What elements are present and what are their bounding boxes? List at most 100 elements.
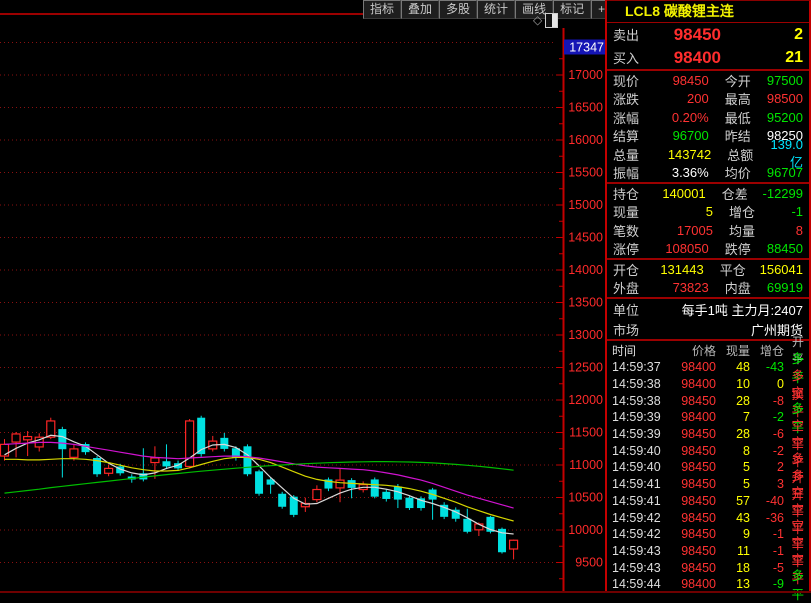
trade-time: 14:59:43: [607, 561, 670, 575]
tape-row: 14:59:40984508-2空平: [607, 442, 809, 459]
field-label: 开仓: [607, 260, 651, 279]
trade-oi-delta: -9: [750, 577, 784, 591]
field-value: 98450: [653, 73, 709, 88]
tape-col-header: 现量: [716, 342, 750, 359]
field-label: 昨结: [709, 126, 767, 145]
trade-time: 14:59:37: [607, 360, 670, 374]
quote-panel: LCL8 碳酸锂主连 卖出 98450 2 买入 98400 21 现价9845…: [607, 0, 811, 593]
field-value: 131443: [651, 262, 704, 277]
y-axis-label: 15500: [568, 166, 603, 180]
y-axis-label: 12000: [568, 393, 603, 407]
field-value: 140001: [652, 186, 706, 201]
trade-oi-delta: -5: [750, 561, 784, 575]
field-value: 0.20%: [653, 110, 709, 125]
ask-label: 卖出: [607, 25, 655, 44]
tape-row: 14:59:409845052多开: [607, 459, 809, 476]
tape-row: 14:59:419845053多开: [607, 476, 809, 493]
tape-row: 14:59:42984509-1空平: [607, 526, 809, 543]
trade-volume: 8: [716, 444, 750, 458]
trade-price: 98450: [670, 427, 716, 441]
field-value: 88450: [767, 241, 809, 256]
y-axis-label: 10000: [568, 523, 603, 537]
field-label: 今开: [709, 71, 767, 90]
y-axis-label: 14500: [568, 231, 603, 245]
ask-row[interactable]: 卖出 98450 2: [607, 23, 809, 46]
field-label: 最高: [709, 89, 767, 108]
tape-col-header: 价格: [670, 342, 716, 359]
field-label: 内盘: [709, 278, 767, 297]
field-label: 总额: [711, 145, 770, 164]
market-label: 市场: [607, 320, 663, 339]
trade-oi-delta: -1: [750, 527, 784, 541]
trade-volume: 28: [716, 394, 750, 408]
field-label: 总量: [607, 145, 654, 164]
field-label: 笔数: [607, 221, 655, 240]
tape-row: 14:59:389845028-8空平: [607, 392, 809, 409]
trade-price: 98450: [670, 511, 716, 525]
quote-field-row: 外盘73823内盘69919: [607, 279, 809, 298]
candle-up: [12, 434, 20, 442]
candle-up: [510, 540, 518, 549]
trade-price: 98400: [670, 360, 716, 374]
y-axis-label: 13500: [568, 296, 603, 310]
trade-time: 14:59:41: [607, 494, 670, 508]
y-axis-label: 15000: [568, 198, 603, 212]
tape-row: 14:59:39984007-2多平: [607, 409, 809, 426]
trade-price: 98450: [670, 477, 716, 491]
trade-price: 98400: [670, 377, 716, 391]
field-value: 143742: [654, 147, 711, 162]
trade-time: 14:59:39: [607, 427, 670, 441]
axis-max-value: 17347: [569, 41, 604, 55]
tape-col-header: 增仓: [750, 342, 784, 359]
trade-volume: 43: [716, 511, 750, 525]
field-value: 73823: [653, 280, 709, 295]
trade-price: 98450: [670, 444, 716, 458]
trade-time: 14:59:40: [607, 444, 670, 458]
candles-group: [1, 416, 518, 560]
field-label: 持仓: [607, 184, 652, 203]
chart-region[interactable]: 指标叠加多股统计画线标记+自选返回 ◇ 17000165001600015500…: [0, 0, 606, 593]
tape-row: 14:59:439845011-1空平: [607, 543, 809, 560]
trade-volume: 18: [716, 561, 750, 575]
y-axis-label: 11500: [569, 426, 603, 440]
trade-volume: 9: [716, 527, 750, 541]
tape-row: 14:59:419845057-40空平: [607, 493, 809, 510]
trade-volume: 48: [716, 360, 750, 374]
field-value: -12299: [763, 186, 809, 201]
trade-price: 98450: [670, 544, 716, 558]
field-label: 现量: [607, 202, 655, 221]
bid-row[interactable]: 买入 98400 21: [607, 46, 809, 69]
trade-time: 14:59:39: [607, 410, 670, 424]
candlestick-chart[interactable]: 1700016500160001550015000145001400013500…: [0, 0, 606, 593]
trade-oi-delta: 0: [750, 377, 784, 391]
trade-oi-delta: -2: [750, 444, 784, 458]
field-label: 结算: [607, 126, 653, 145]
field-label: 最低: [709, 108, 767, 127]
trade-time: 14:59:38: [607, 394, 670, 408]
field-label: 现价: [607, 71, 653, 90]
trade-time: 14:59:38: [607, 377, 670, 391]
trade-oi-delta: -40: [750, 494, 784, 508]
y-axis-label: 9500: [575, 556, 603, 570]
candle-down: [278, 494, 286, 507]
trade-volume: 5: [716, 477, 750, 491]
bid-price: 98400: [655, 48, 721, 68]
field-label: 外盘: [607, 278, 653, 297]
field-value: 5: [655, 204, 713, 219]
candle-up: [70, 449, 78, 457]
trade-price: 98450: [670, 394, 716, 408]
tape-row: 14:59:439845018-5空平: [607, 559, 809, 576]
market-row: 市场 广州期货: [607, 319, 809, 339]
field-value: 69919: [767, 280, 809, 295]
field-value: 3.36%: [653, 165, 709, 180]
field-label: 仓差: [706, 184, 763, 203]
tape-list[interactable]: 14:59:379840048-43多平14:59:3898400100多换14…: [607, 359, 809, 593]
field-value: 96700: [653, 128, 709, 143]
trade-volume: 5: [716, 460, 750, 474]
quote-field-row: 总量143742总额139.0亿: [607, 145, 809, 164]
field-label: 涨跌: [607, 89, 653, 108]
y-axis-label: 17000: [568, 68, 603, 82]
quote-fields: 现价98450今开97500涨跌200最高98500涨幅0.20%最低95200…: [607, 71, 809, 299]
y-axis-label: 12500: [568, 361, 603, 375]
field-label: 涨幅: [607, 108, 653, 127]
